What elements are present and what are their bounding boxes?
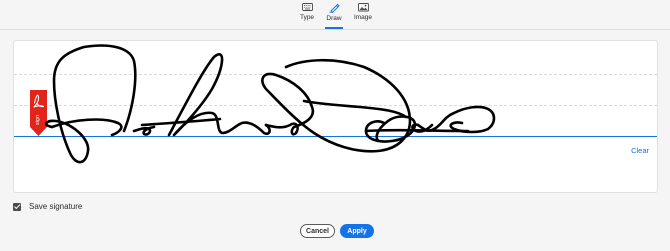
tab-type-label: Type: [299, 14, 315, 21]
cancel-button[interactable]: Cancel: [300, 224, 335, 238]
signature-drawing-pad[interactable]: sign Clear: [13, 40, 658, 193]
sign-here-flag-icon: sign: [30, 90, 47, 136]
save-signature-row: Save signature: [13, 202, 82, 211]
tab-type[interactable]: Type: [292, 3, 322, 29]
clear-signature-link[interactable]: Clear: [631, 146, 649, 155]
pen-draw-icon: [328, 3, 340, 13]
drawn-signature: [44, 44, 496, 164]
tab-image[interactable]: Image: [348, 3, 378, 29]
keyboard-icon: [301, 3, 313, 11]
tab-image-label: Image: [353, 14, 373, 21]
tab-draw[interactable]: Draw: [319, 3, 349, 29]
tab-draw-label: Draw: [326, 15, 342, 22]
image-icon: [357, 3, 369, 12]
save-signature-label: Save signature: [29, 202, 83, 211]
sign-flag-label: sign: [35, 115, 41, 125]
signature-canvas: sign: [30, 44, 496, 164]
apply-button[interactable]: Apply: [340, 224, 374, 238]
signature-mode-tabs: Type Draw Image: [0, 0, 670, 30]
header-divider: [0, 29, 670, 30]
save-signature-checkbox[interactable]: [13, 202, 21, 211]
